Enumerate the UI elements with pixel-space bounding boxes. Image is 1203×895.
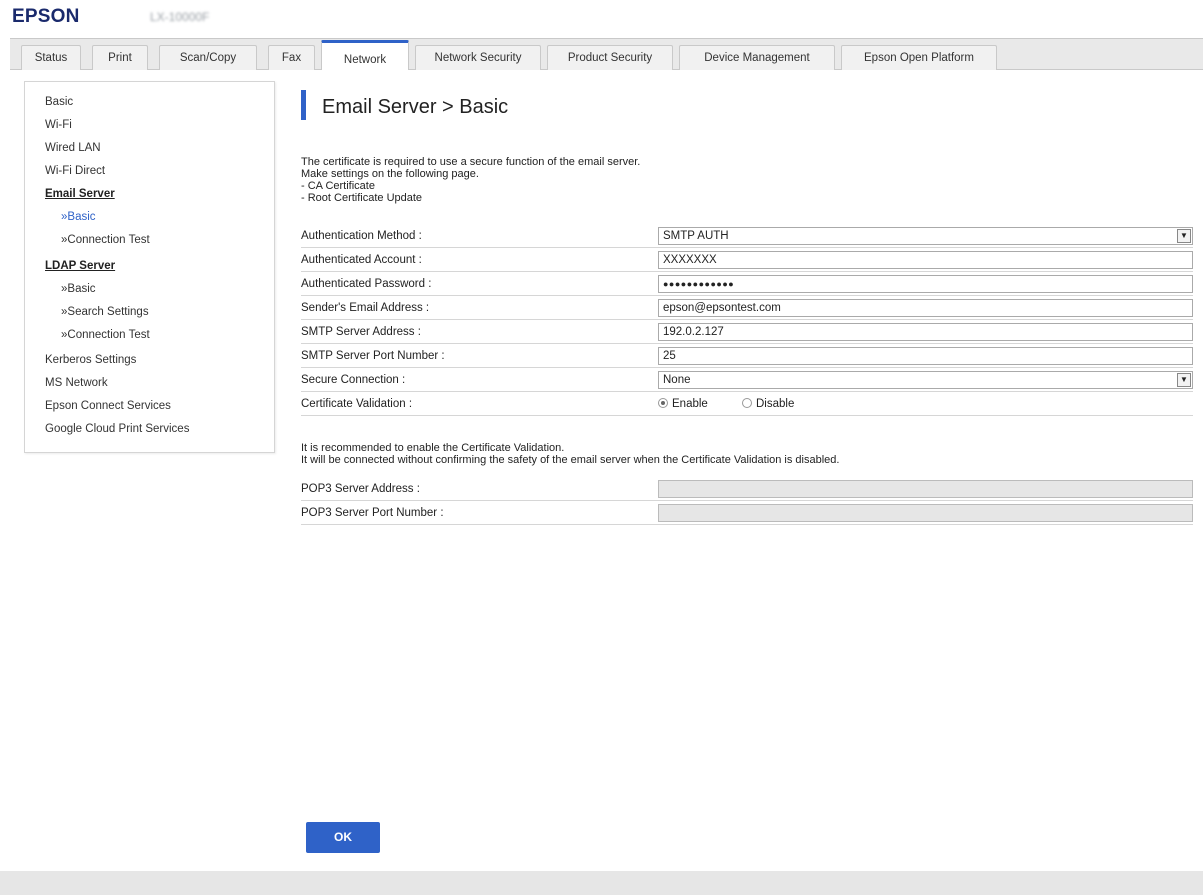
footer-bar (0, 871, 1203, 895)
page-title: Email Server > Basic (322, 96, 509, 118)
form-row: Sender's Email Address : epson@epsontest… (301, 296, 1193, 320)
recommendation-line: It is recommended to enable the Certific… (301, 442, 565, 454)
pop3-server-port-input (658, 504, 1193, 522)
smtp-server-address-input[interactable]: 192.0.2.127 (658, 323, 1193, 341)
secure-connection-select[interactable]: None ▼ (658, 371, 1193, 389)
title-accent-bar (301, 90, 306, 120)
enable-label: Enable (672, 398, 708, 410)
sidebar: Basic Wi-Fi Wired LAN Wi-Fi Direct Email… (24, 81, 275, 453)
form-row: POP3 Server Address : (301, 477, 1193, 501)
form-row: Authenticated Password : ●●●●●●●●●●●● (301, 272, 1193, 296)
sidebar-item-epson-connect[interactable]: Epson Connect Services (45, 400, 171, 412)
sidebar-item-kerberos-settings[interactable]: Kerberos Settings (45, 354, 136, 366)
authenticated-account-input[interactable]: XXXXXXX (658, 251, 1193, 269)
sidebar-item-ldap-search-settings[interactable]: »Search Settings (61, 306, 149, 318)
tab-status[interactable]: Status (21, 45, 81, 71)
sidebar-item-email-basic[interactable]: »Basic (61, 211, 96, 223)
smtp-server-address-label: SMTP Server Address : (301, 326, 421, 338)
authentication-method-label: Authentication Method : (301, 230, 422, 242)
form-row: SMTP Server Port Number : 25 (301, 344, 1193, 368)
pop3-server-port-label: POP3 Server Port Number : (301, 507, 444, 519)
sidebar-item-email-connection-test[interactable]: »Connection Test (61, 234, 150, 246)
tab-network-security[interactable]: Network Security (415, 45, 541, 71)
tab-print[interactable]: Print (92, 45, 148, 71)
notice-line: The certificate is required to use a sec… (301, 156, 641, 168)
sidebar-item-wifi-direct[interactable]: Wi-Fi Direct (45, 165, 105, 177)
authenticated-password-label: Authenticated Password : (301, 278, 432, 290)
tab-scan-copy[interactable]: Scan/Copy (159, 45, 257, 71)
model-name: LX-10000F (150, 10, 210, 24)
form-row: POP3 Server Port Number : (301, 501, 1193, 525)
sidebar-item-ldap-connection-test[interactable]: »Connection Test (61, 329, 150, 341)
sidebar-item-ldap-server[interactable]: LDAP Server (45, 260, 115, 272)
smtp-server-port-label: SMTP Server Port Number : (301, 350, 445, 362)
authentication-method-value: SMTP AUTH (663, 230, 729, 242)
sidebar-item-google-cloud-print[interactable]: Google Cloud Print Services (45, 423, 189, 435)
form-row: Authentication Method : SMTP AUTH ▼ (301, 224, 1193, 248)
header: EPSON LX-10000F (0, 0, 1203, 38)
authenticated-account-label: Authenticated Account : (301, 254, 422, 266)
epson-logo: EPSON (12, 6, 80, 27)
certificate-validation-enable-radio[interactable]: Enable (658, 398, 708, 410)
sender-email-input[interactable]: epson@epsontest.com (658, 299, 1193, 317)
sidebar-item-ms-network[interactable]: MS Network (45, 377, 108, 389)
sidebar-item-basic[interactable]: Basic (45, 96, 73, 108)
sidebar-item-wired-lan[interactable]: Wired LAN (45, 142, 101, 154)
certificate-recommendation: It is recommended to enable the Certific… (301, 442, 839, 466)
notice-line: Make settings on the following page. (301, 168, 479, 180)
authenticated-password-input[interactable]: ●●●●●●●●●●●● (658, 275, 1193, 293)
sender-email-label: Sender's Email Address : (301, 302, 430, 314)
secure-connection-value: None (663, 374, 691, 386)
tab-fax[interactable]: Fax (268, 45, 315, 71)
pop3-server-address-input (658, 480, 1193, 498)
tab-product-security[interactable]: Product Security (547, 45, 673, 71)
form-row: Secure Connection : None ▼ (301, 368, 1193, 392)
ok-button[interactable]: OK (306, 822, 380, 853)
notice-line: - CA Certificate (301, 180, 375, 192)
radio-unselected-icon (742, 398, 752, 408)
certificate-validation-label: Certificate Validation : (301, 398, 413, 410)
certificate-notice: The certificate is required to use a sec… (301, 156, 640, 204)
form-row: Certificate Validation : Enable Disable (301, 392, 1193, 416)
radio-selected-icon (658, 398, 668, 408)
sidebar-item-wifi[interactable]: Wi-Fi (45, 119, 72, 131)
authentication-method-select[interactable]: SMTP AUTH ▼ (658, 227, 1193, 245)
notice-line: - Root Certificate Update (301, 192, 423, 204)
smtp-server-port-input[interactable]: 25 (658, 347, 1193, 365)
recommendation-line: It will be connected without confirming … (301, 454, 840, 466)
certificate-validation-disable-radio[interactable]: Disable (742, 398, 794, 410)
pop3-form: POP3 Server Address : POP3 Server Port N… (301, 477, 1193, 525)
form-row: Authenticated Account : XXXXXXX (301, 248, 1193, 272)
secure-connection-label: Secure Connection : (301, 374, 406, 386)
disable-label: Disable (756, 398, 795, 410)
sidebar-item-email-server[interactable]: Email Server (45, 188, 115, 200)
form-row: SMTP Server Address : 192.0.2.127 (301, 320, 1193, 344)
tab-epson-open-platform[interactable]: Epson Open Platform (841, 45, 997, 71)
chevron-down-icon[interactable]: ▼ (1177, 373, 1191, 387)
tab-device-management[interactable]: Device Management (679, 45, 835, 71)
pop3-server-address-label: POP3 Server Address : (301, 483, 420, 495)
sidebar-item-ldap-basic[interactable]: »Basic (61, 283, 96, 295)
tab-bar: Status Print Scan/Copy Fax Network Netwo… (10, 38, 1203, 71)
tab-network[interactable]: Network (321, 40, 409, 71)
email-server-form: Authentication Method : SMTP AUTH ▼ Auth… (301, 224, 1193, 416)
chevron-down-icon[interactable]: ▼ (1177, 229, 1191, 243)
